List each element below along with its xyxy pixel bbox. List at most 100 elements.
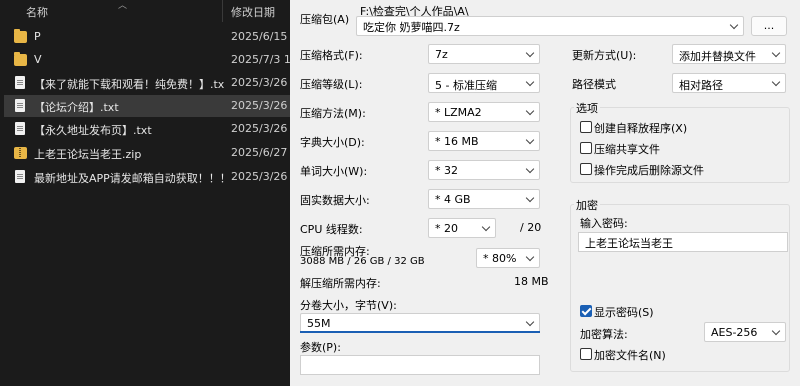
file-name: V — [34, 53, 42, 66]
column-header: ︿ 名称 修改日期 — [0, 0, 290, 22]
chevron-down-icon — [729, 20, 739, 32]
file-name: 上老王论坛当老王.zip — [34, 148, 142, 161]
format-label: 压缩格式(F): — [300, 49, 363, 62]
cpu-max: / 20 — [520, 221, 542, 234]
show-password-checkbox[interactable] — [580, 305, 592, 317]
chevron-down-icon — [525, 48, 535, 60]
sfx-checkbox[interactable] — [580, 121, 592, 133]
solid-value: * 4 GB — [435, 193, 471, 206]
file-row[interactable]: 最新地址及APP请发邮箱自动获取！！！.... 2025/3/26 1 — [4, 166, 290, 188]
mem-percent-value: * 80% — [483, 252, 517, 265]
split-value: 55M — [307, 317, 331, 330]
column-date[interactable]: 修改日期 — [231, 4, 275, 20]
file-row[interactable]: P 2025/6/15 22: — [4, 26, 290, 48]
chevron-down-icon — [525, 193, 535, 205]
file-row[interactable]: 【永久地址发布页】.txt 2025/3/26 1 — [4, 118, 290, 140]
text-file-icon — [15, 76, 25, 89]
column-divider[interactable] — [222, 0, 223, 22]
folder-icon — [14, 52, 27, 66]
chevron-down-icon — [525, 164, 535, 176]
chevron-down-icon — [525, 317, 535, 329]
sfx-label[interactable]: 创建自释放程序(X) — [594, 120, 687, 136]
word-select[interactable]: * 32 — [428, 160, 540, 180]
update-label: 更新方式(U): — [572, 49, 637, 62]
method-select[interactable]: * LZMA2 — [428, 102, 540, 122]
enc-method-select[interactable]: AES-256 — [704, 322, 786, 342]
params-input[interactable] — [300, 355, 540, 375]
password-input[interactable]: 上老王论坛当老王 — [578, 232, 788, 252]
delete-source-label[interactable]: 操作完成后删除源文件 — [594, 162, 704, 178]
shared-label[interactable]: 压缩共享文件 — [594, 141, 660, 157]
method-value: * LZMA2 — [435, 106, 482, 119]
archive-name-value: 吃定你 奶萝喵四.7z — [363, 21, 460, 34]
split-focus-underline — [300, 331, 540, 333]
split-label: 分卷大小，字节(V): — [300, 299, 397, 312]
password-value: 上老王论坛当老王 — [585, 237, 673, 250]
format-select[interactable]: 7z — [428, 44, 540, 64]
path-mode-select[interactable]: 相对路径 — [672, 73, 786, 93]
sort-chevron-icon: ︿ — [118, 1, 128, 11]
file-explorer-pane: ︿ 名称 修改日期 P 2025/6/15 22: V 2025/7/3 10:… — [0, 0, 290, 386]
file-name: 最新地址及APP请发邮箱自动获取！！！.... — [34, 172, 224, 185]
encrypt-names-label[interactable]: 加密文件名(N) — [594, 347, 666, 363]
dict-select[interactable]: * 16 MB — [428, 131, 540, 151]
chevron-down-icon — [525, 252, 535, 264]
mem-percent-select[interactable]: * 80% — [476, 248, 540, 268]
format-value: 7z — [435, 48, 448, 61]
file-name: 【永久地址发布页】.txt — [34, 124, 152, 137]
file-date: 2025/3/26 1 — [231, 99, 290, 112]
file-date: 2025/3/26 1 — [231, 122, 290, 135]
options-title: 选项 — [574, 100, 600, 116]
solid-select[interactable]: * 4 GB — [428, 189, 540, 209]
file-date: 2025/7/3 10: — [231, 53, 290, 66]
update-value: 添加并替换文件 — [679, 50, 756, 63]
file-name: P — [34, 30, 41, 43]
decomp-value: 18 MB — [514, 275, 549, 288]
enc-method-value: AES-256 — [711, 326, 758, 339]
archive-label: 压缩包(A) — [300, 13, 350, 26]
file-date: 2025/3/26 1 — [231, 170, 290, 183]
word-value: * 32 — [435, 164, 458, 177]
text-file-icon — [15, 170, 25, 183]
chevron-down-icon — [771, 77, 781, 89]
params-label: 参数(P): — [300, 341, 341, 354]
chevron-down-icon — [525, 106, 535, 118]
text-file-icon — [15, 99, 25, 112]
solid-label: 固实数据大小: — [300, 194, 370, 207]
file-row-selected[interactable]: 【论坛介绍】.txt 2025/3/26 1 — [4, 95, 290, 117]
file-date: 2025/6/15 22: — [231, 30, 290, 43]
method-label: 压缩方法(M): — [300, 107, 366, 120]
encrypt-names-checkbox[interactable] — [580, 348, 592, 360]
chevron-down-icon — [771, 326, 781, 338]
file-row[interactable]: 【来了就能下载和观看！纯免费！】.txt 2025/3/26 1 — [4, 72, 290, 94]
file-name: 【来了就能下载和观看！纯免费！】.txt — [34, 78, 224, 91]
update-select[interactable]: 添加并替换文件 — [672, 44, 786, 64]
file-name: 【论坛介绍】.txt — [34, 101, 119, 114]
password-label: 输入密码: — [580, 217, 628, 230]
chevron-down-icon — [525, 77, 535, 89]
chevron-down-icon — [771, 48, 781, 60]
chevron-down-icon — [481, 222, 491, 234]
file-row[interactable]: V 2025/7/3 10: — [4, 49, 290, 71]
word-label: 单词大小(W): — [300, 165, 368, 178]
archive-name-combobox[interactable]: 吃定你 奶萝喵四.7z — [356, 16, 744, 36]
split-combobox[interactable]: 55M — [300, 313, 540, 333]
mem-detail: 3088 MB / 26 GB / 32 GB — [300, 256, 425, 267]
path-mode-value: 相对路径 — [679, 79, 723, 92]
dict-label: 字典大小(D): — [300, 136, 365, 149]
decomp-label: 解压缩所需内存: — [300, 277, 381, 290]
browse-button[interactable]: ... — [751, 16, 787, 36]
level-label: 压缩等级(L): — [300, 78, 363, 91]
show-password-label[interactable]: 显示密码(S) — [594, 304, 654, 320]
file-row[interactable]: 上老王论坛当老王.zip 2025/6/27 7: — [4, 142, 290, 164]
column-name[interactable]: 名称 — [26, 4, 48, 20]
level-select[interactable]: 5 - 标准压缩 — [428, 73, 540, 93]
level-value: 5 - 标准压缩 — [435, 79, 497, 92]
encryption-title: 加密 — [574, 197, 600, 213]
delete-source-checkbox[interactable] — [580, 163, 592, 175]
file-date: 2025/6/27 7: — [231, 146, 290, 159]
cpu-select[interactable]: * 20 — [428, 218, 496, 238]
shared-checkbox[interactable] — [580, 142, 592, 154]
text-file-icon — [15, 122, 25, 135]
cpu-value: * 20 — [435, 222, 458, 235]
